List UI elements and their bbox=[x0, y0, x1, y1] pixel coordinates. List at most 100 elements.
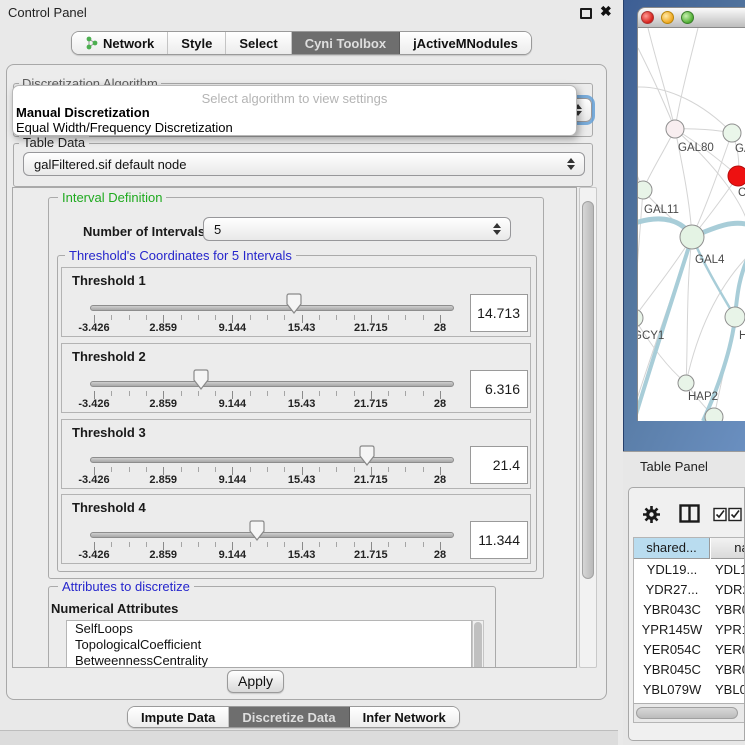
dropdown-item-equal-width[interactable]: Equal Width/Frequency Discretization bbox=[16, 120, 574, 135]
panel-bottom-strip bbox=[0, 730, 618, 745]
gear-icon[interactable] bbox=[642, 505, 661, 524]
table-row[interactable]: YBL079WYBL0 bbox=[634, 680, 745, 700]
numerical-attributes-label: Numerical Attributes bbox=[51, 601, 178, 616]
cell-name: YDR2 bbox=[715, 580, 745, 600]
attribute-item[interactable]: SelfLoops bbox=[67, 621, 471, 637]
num-intervals-spinner[interactable]: 5 bbox=[203, 217, 511, 241]
attribute-item[interactable]: BetweennessCentrality bbox=[67, 653, 471, 668]
slider-thumb[interactable] bbox=[193, 369, 209, 390]
network-graph: GAL80GACGAL11GAL4GCY1HHAP2 bbox=[638, 28, 745, 421]
dropdown-item-manual-discretization[interactable]: Manual Discretization bbox=[16, 105, 574, 120]
tick-label: 28 bbox=[434, 549, 446, 561]
panel-title: Control Panel bbox=[8, 5, 87, 20]
table-row[interactable]: YPR145WYPR1 bbox=[634, 620, 745, 640]
network-node-gal4[interactable] bbox=[680, 225, 704, 249]
tab-discretize-data[interactable]: Discretize Data bbox=[229, 707, 349, 727]
cell-shared-name: YBL079W bbox=[634, 680, 710, 700]
tab-label: Network bbox=[103, 36, 154, 51]
tab-infer-network[interactable]: Infer Network bbox=[350, 707, 459, 727]
table-hscrollbar[interactable] bbox=[634, 703, 745, 723]
cyni-mode-tabbar: Impute Data Discretize DataInfer Network bbox=[127, 706, 460, 728]
node-label: HAP2 bbox=[688, 391, 718, 403]
tab-jactivemnodules[interactable]: jActiveMNodules bbox=[400, 32, 531, 54]
network-node-c[interactable] bbox=[728, 166, 745, 186]
tab-network[interactable]: Network bbox=[72, 32, 168, 54]
node-table[interactable]: shared... name YDL19...YDL1YDR27...YDR2Y… bbox=[633, 537, 745, 723]
column-header-name[interactable]: name bbox=[711, 538, 745, 559]
tick-label: 2.859 bbox=[149, 474, 177, 486]
algorithm-dropdown-popup: Select algorithm to view settings Manual… bbox=[12, 85, 577, 136]
tab-style[interactable]: Style bbox=[168, 32, 226, 54]
network-node[interactable] bbox=[705, 408, 723, 421]
close-panel-icon[interactable]: ✖ bbox=[600, 3, 612, 20]
tick-label: 2.859 bbox=[149, 322, 177, 334]
tab-cyni-toolbox[interactable]: Cyni Toolbox bbox=[292, 32, 400, 54]
spinner-arrows-icon bbox=[493, 223, 501, 235]
slider-thumb[interactable] bbox=[359, 445, 375, 466]
slider-thumb[interactable] bbox=[286, 293, 302, 314]
tab-label: Select bbox=[239, 36, 277, 51]
attributes-title: Attributes to discretize bbox=[58, 580, 194, 593]
window-close-icon[interactable] bbox=[641, 11, 654, 24]
table-data-title: Table Data bbox=[19, 136, 89, 149]
settings-scrollbar[interactable] bbox=[579, 187, 597, 668]
tick-label: -3.426 bbox=[78, 549, 109, 561]
split-columns-icon[interactable] bbox=[679, 504, 700, 523]
network-node-hap2[interactable] bbox=[678, 375, 694, 391]
thresholds-title: Threshold's Coordinates for 5 Intervals bbox=[65, 249, 296, 262]
tab-label: Cyni Toolbox bbox=[305, 36, 386, 51]
network-node-h[interactable] bbox=[725, 307, 745, 327]
threshold-1-box: Threshold 1-3.4262.8599.14415.4321.71528… bbox=[61, 267, 531, 337]
threshold-value-field[interactable]: 6.316 bbox=[470, 370, 528, 408]
slider-thumb[interactable] bbox=[249, 520, 265, 541]
slider-track[interactable] bbox=[90, 532, 454, 538]
network-nodes: GAL80GACGAL11GAL4GCY1HHAP2 bbox=[638, 120, 745, 421]
cell-shared-name: YER054C bbox=[634, 640, 710, 660]
numerical-attributes-list[interactable]: SelfLoopsTopologicalCoefficientBetweenne… bbox=[66, 620, 472, 668]
tab-impute-data[interactable]: Impute Data bbox=[128, 707, 229, 727]
tick-label: 9.144 bbox=[219, 398, 247, 410]
threshold-value-field[interactable]: 14.713 bbox=[470, 294, 528, 332]
network-node-gal11[interactable] bbox=[638, 181, 652, 199]
table-toolbar bbox=[629, 488, 745, 536]
apply-button[interactable]: Apply bbox=[227, 670, 284, 693]
tick-label: 9.144 bbox=[219, 322, 247, 334]
node-label: GA bbox=[735, 143, 745, 155]
float-window-icon[interactable] bbox=[580, 8, 592, 19]
tab-select[interactable]: Select bbox=[226, 32, 291, 54]
tab-label: Impute Data bbox=[141, 710, 215, 725]
tick-label: 15.43 bbox=[288, 549, 316, 561]
window-zoom-icon[interactable] bbox=[681, 11, 694, 24]
tick-label: 9.144 bbox=[219, 549, 247, 561]
table-row[interactable]: YER054CYER0 bbox=[634, 640, 745, 660]
threshold-label: Threshold 1 bbox=[72, 273, 146, 288]
slider-track[interactable] bbox=[90, 381, 454, 387]
network-node-gcy1[interactable] bbox=[638, 309, 643, 327]
cell-shared-name: YBR043C bbox=[634, 600, 710, 620]
attribute-item[interactable]: TopologicalCoefficient bbox=[67, 637, 471, 653]
cell-shared-name: YDL19... bbox=[634, 560, 710, 580]
attributes-list-scrollbar[interactable] bbox=[472, 620, 484, 668]
column-header-shared-name[interactable]: shared... bbox=[634, 538, 710, 559]
tick-label: 15.43 bbox=[288, 322, 316, 334]
threshold-value-field[interactable]: 11.344 bbox=[470, 521, 528, 559]
tick-label: 15.43 bbox=[288, 398, 316, 410]
table-data-value: galFiltered.sif default node bbox=[24, 157, 186, 172]
table-row[interactable]: YDL19...YDL1 bbox=[634, 560, 745, 580]
cell-name: YPR1 bbox=[715, 620, 745, 640]
slider-track[interactable] bbox=[90, 305, 454, 311]
window-minimize-icon[interactable] bbox=[661, 11, 674, 24]
select-all-checkboxes-icon[interactable] bbox=[713, 507, 745, 522]
network-node-ga[interactable] bbox=[723, 124, 741, 142]
table-row[interactable]: YBR045CYBR0 bbox=[634, 660, 745, 680]
table-row[interactable]: YDR27...YDR2 bbox=[634, 580, 745, 600]
network-node-gal80[interactable] bbox=[666, 120, 684, 138]
tick-label: 21.715 bbox=[354, 398, 388, 410]
control-panel: Control Panel ✖ Network Style Select Cyni T… bbox=[0, 0, 618, 745]
threshold-value-field[interactable]: 21.4 bbox=[470, 446, 528, 484]
table-row[interactable]: YBR043CYBR0 bbox=[634, 600, 745, 620]
table-data-combo[interactable]: galFiltered.sif default node bbox=[23, 152, 585, 176]
slider-track[interactable] bbox=[90, 457, 454, 463]
tick-label: 9.144 bbox=[219, 474, 247, 486]
network-canvas[interactable]: GAL80GACGAL11GAL4GCY1HHAP2 bbox=[637, 28, 745, 421]
